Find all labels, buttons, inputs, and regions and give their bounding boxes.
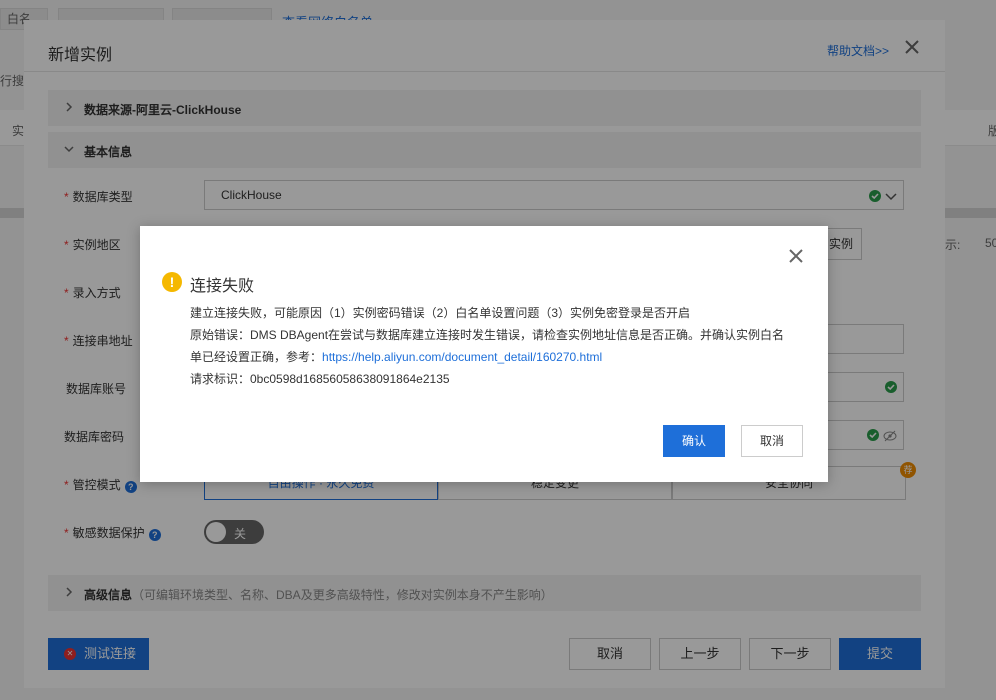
- warning-icon: !: [162, 272, 182, 292]
- close-icon[interactable]: [788, 248, 804, 264]
- request-id: 请求标识：0bc0598d16856058638091864e2135: [190, 372, 450, 386]
- error-original: 原始错误：DMS DBAgent在尝试与数据库建立连接时发生错误，请检查实例地址…: [190, 328, 785, 342]
- error-title: 连接失败: [190, 278, 255, 295]
- error-reference: 单已经设置正确，参考：https://help.aliyun.com/docum…: [190, 350, 603, 364]
- connection-failed-dialog: ! 连接失败 建立连接失败，可能原因（1）实例密码错误（2）白名单设置问题（3）…: [140, 226, 828, 482]
- confirm-button[interactable]: 确认: [663, 425, 725, 457]
- cancel-button[interactable]: 取消: [741, 425, 803, 457]
- help-doc-url-link[interactable]: https://help.aliyun.com/document_detail/…: [322, 350, 602, 364]
- error-message: 建立连接失败，可能原因（1）实例密码错误（2）白名单设置问题（3）实例免密登录是…: [190, 302, 790, 390]
- error-reason: 建立连接失败，可能原因（1）实例密码错误（2）白名单设置问题（3）实例免密登录是…: [190, 306, 691, 320]
